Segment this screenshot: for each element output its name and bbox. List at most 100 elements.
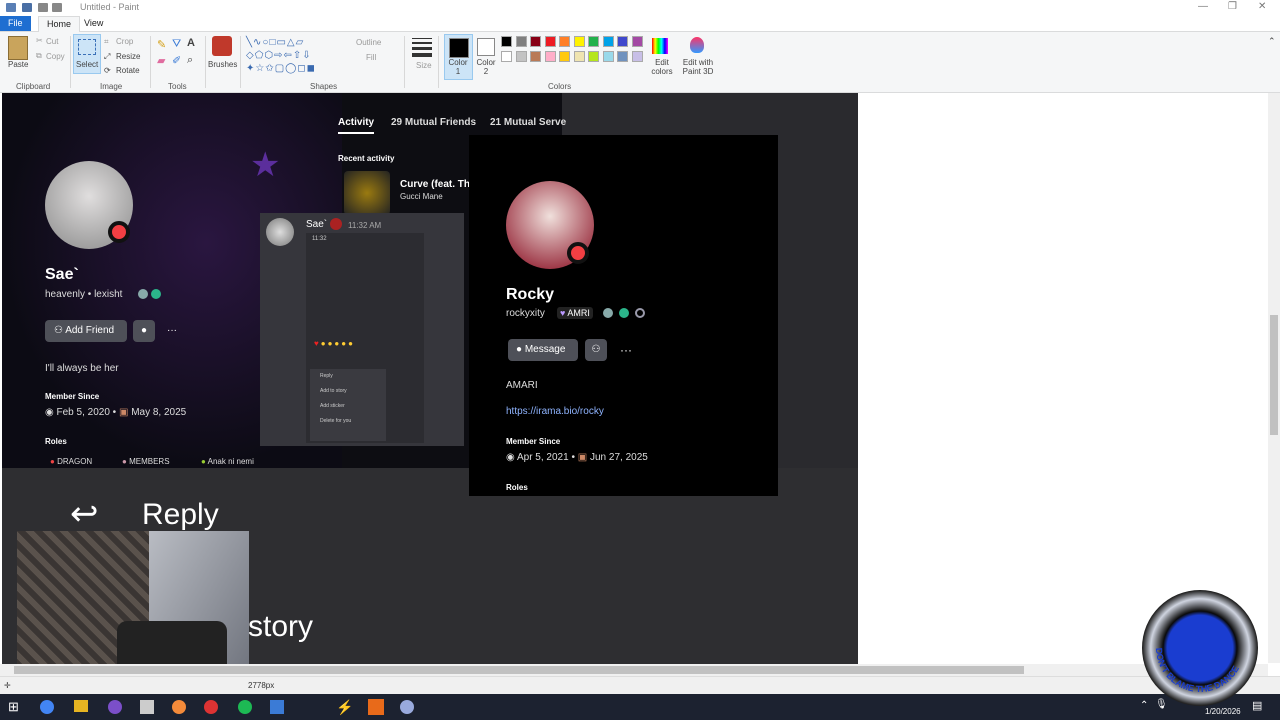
text-icon[interactable]: A [187, 37, 195, 49]
guild-tag: ♥ AMRI [557, 307, 593, 319]
tab-view[interactable]: View [76, 16, 111, 31]
edit-colors-icon[interactable] [652, 38, 668, 54]
save-quick-icon[interactable] [22, 3, 32, 12]
restore-button[interactable]: ❐ [1228, 1, 1237, 12]
palette-swatch[interactable] [530, 36, 541, 47]
brushes-icon[interactable] [212, 36, 232, 56]
color-picker-icon[interactable]: ✐ [172, 54, 181, 67]
outline-button[interactable]: Outline [356, 38, 381, 47]
palette-swatch[interactable] [631, 36, 643, 47]
redo-quick-icon[interactable] [52, 3, 62, 12]
left-member-since-label: Member Since [45, 392, 100, 401]
reply-arrow-icon: ↩ [70, 495, 99, 533]
palette-swatch[interactable] [573, 36, 585, 47]
app-icon-5[interactable] [172, 700, 186, 714]
palette-swatch[interactable] [588, 50, 599, 62]
palette-swatch[interactable] [501, 36, 512, 47]
tab-activity[interactable]: Activity [338, 117, 375, 134]
palette-swatch[interactable] [617, 36, 628, 47]
add-friend-icon-button[interactable]: ⚇ [585, 339, 607, 361]
brushes-button[interactable]: Brushes [208, 60, 237, 69]
tab-file[interactable]: File [0, 16, 31, 31]
pencil-icon[interactable]: ✎ [157, 38, 166, 51]
canvas-image[interactable]: ★ Sae` heavenly • lexisht ⚇ Add Friend ●… [2, 93, 858, 664]
palette-swatch[interactable] [559, 50, 570, 62]
close-button[interactable]: ✕ [1258, 1, 1266, 12]
overlay-story: story [248, 610, 314, 643]
vertical-scroll-thumb[interactable] [1270, 315, 1278, 435]
ribbon-collapse-icon[interactable]: ⌃ [1268, 36, 1276, 47]
obs-icon[interactable] [204, 700, 218, 714]
phone-time: 11:32 [312, 236, 327, 242]
image-size: 2778px [248, 681, 275, 690]
menu-delete: Delete for you [320, 418, 352, 424]
app-icon-lightning[interactable]: ⚡ [336, 699, 353, 716]
right-profile-handle: rockyxity [506, 308, 545, 319]
paint3d-button[interactable]: Edit with Paint 3D [681, 58, 715, 76]
horizontal-scroll-thumb[interactable] [14, 666, 1024, 674]
star-sticker-icon: ★ [250, 146, 281, 184]
palette-swatch[interactable] [559, 36, 570, 47]
paste-button[interactable]: Paste [8, 60, 28, 69]
hashtag-badge-icon [151, 289, 161, 299]
palette-swatch[interactable] [501, 50, 512, 62]
palette-swatch[interactable] [544, 50, 556, 62]
copy-button[interactable]: Copy [46, 52, 65, 61]
watermark-logo: DON'T BLAME THE DANCE [1142, 590, 1258, 706]
palette-swatch[interactable] [602, 50, 614, 62]
clock-date[interactable]: 1/20/2026 [1205, 707, 1241, 716]
cut-button[interactable]: Cut [46, 37, 58, 46]
undo-quick-icon[interactable] [38, 3, 48, 12]
tab-mutual-servers[interactable]: 21 Mutual Serve [490, 117, 566, 128]
size-icon[interactable] [412, 38, 432, 57]
phone-screenshot[interactable]: 11:32 ♥●●●●● Reply Add to story Add stic… [306, 233, 424, 443]
minimize-button[interactable]: — [1198, 1, 1208, 12]
spotify-icon[interactable] [238, 700, 252, 714]
menu-add-story: Add to story [320, 388, 347, 394]
app-icon-last[interactable] [400, 700, 414, 714]
fill-icon[interactable]: ⛛ [172, 38, 181, 51]
palette-swatch[interactable] [573, 50, 585, 62]
profile-link[interactable]: https://irama.bio/rocky [506, 406, 604, 417]
eraser-icon[interactable]: ▰ [157, 54, 165, 67]
paste-icon[interactable] [8, 36, 28, 60]
add-friend-button[interactable]: ⚇ Add Friend [45, 320, 127, 342]
magnifier-icon[interactable]: ⌕ [187, 54, 193, 67]
paint-taskbar-icon[interactable] [270, 700, 284, 714]
horizontal-scrollbar[interactable] [0, 664, 1268, 676]
palette-swatch[interactable] [515, 50, 527, 62]
left-roles-label: Roles [45, 437, 67, 446]
vertical-scrollbar[interactable] [1268, 93, 1280, 663]
notepad-icon[interactable] [140, 700, 154, 714]
fill-button[interactable]: Fill [366, 53, 376, 62]
resize-button[interactable]: Resize [116, 52, 140, 61]
app-icon-3[interactable] [108, 700, 122, 714]
palette-swatch[interactable] [602, 36, 614, 47]
color2-swatch[interactable] [477, 38, 495, 56]
palette-swatch[interactable] [515, 36, 527, 47]
palette-swatch[interactable] [631, 50, 643, 62]
paint3d-icon[interactable] [690, 37, 704, 53]
tab-mutual-friends[interactable]: 29 Mutual Friends [391, 117, 476, 128]
palette-swatch[interactable] [544, 36, 556, 47]
discord-icon-right: ◉ [506, 452, 515, 463]
message-button[interactable]: ● Message [508, 339, 578, 361]
palette-swatch[interactable] [530, 50, 541, 62]
shapes-gallery[interactable]: ╲∿○□▭△▱ ◇⬠⬡⇨⇦⇧⇩ ✦☆✩▢◯◻◼ [246, 36, 342, 76]
start-icon[interactable]: ⊞ [8, 699, 19, 715]
more-options-icon[interactable]: ··· [161, 320, 183, 342]
palette-swatch[interactable] [617, 50, 628, 62]
folder-icon[interactable] [74, 700, 88, 712]
rotate-button[interactable]: Rotate [116, 66, 140, 75]
tab-home[interactable]: Home [38, 16, 81, 32]
app-icon-vlc[interactable] [368, 699, 384, 715]
role-dragon: ● DRAGON [50, 457, 93, 466]
crop-button[interactable]: Crop [116, 37, 133, 46]
edit-colors-button[interactable]: Edit colors [650, 58, 674, 76]
chrome-icon[interactable] [40, 700, 54, 714]
palette-swatch[interactable] [588, 36, 599, 47]
more-options-icon-right[interactable]: ··· [615, 339, 637, 361]
menu-reply: Reply [320, 373, 333, 379]
message-icon-button[interactable]: ● [133, 320, 155, 342]
size-button[interactable]: Size [416, 61, 432, 70]
